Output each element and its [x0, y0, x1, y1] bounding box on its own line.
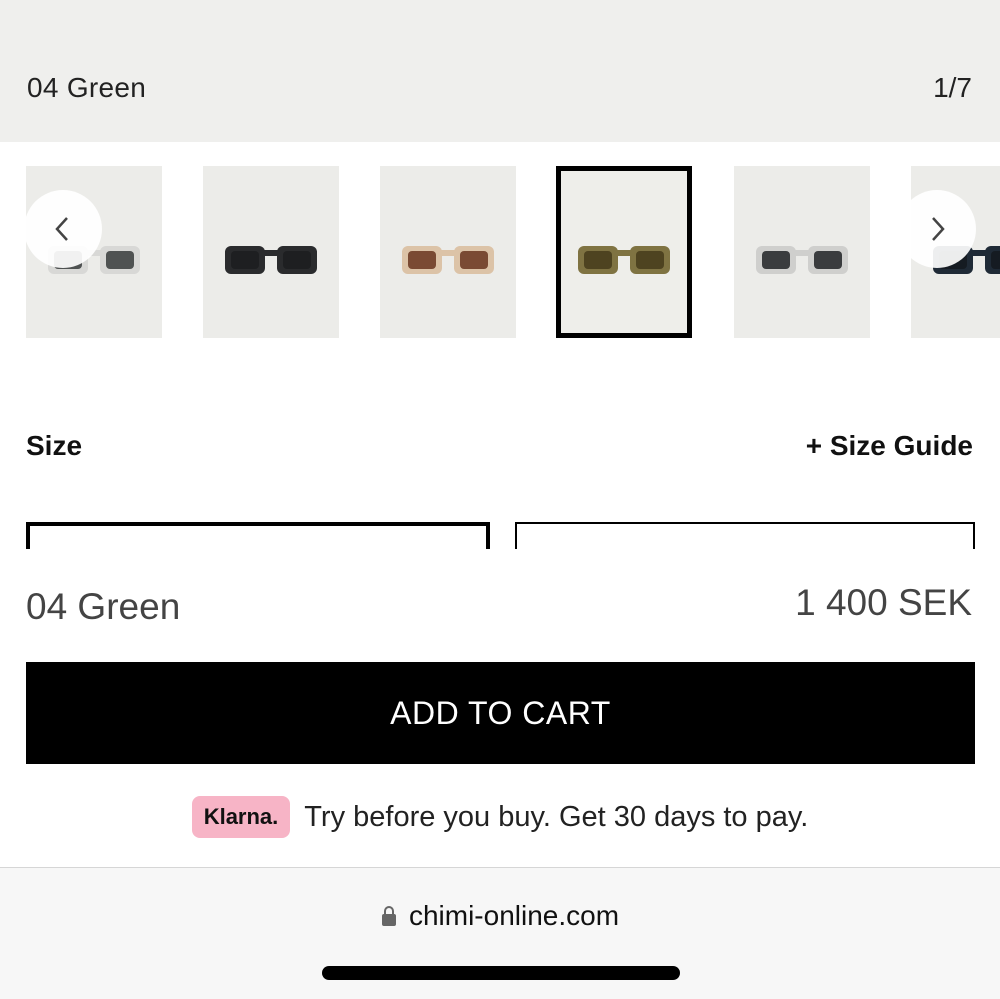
- size-guide-link[interactable]: + Size Guide: [806, 430, 973, 462]
- size-options-mask: [0, 549, 1000, 569]
- gallery-next-button[interactable]: [898, 190, 976, 268]
- thumbnail-beige[interactable]: [380, 166, 516, 338]
- thumbnail-grey[interactable]: [734, 166, 870, 338]
- chevron-right-icon: [932, 217, 945, 241]
- add-to-cart-button[interactable]: ADD TO CART: [26, 662, 975, 764]
- klarna-text: Try before you buy. Get 30 days to pay.: [304, 800, 809, 833]
- thumbnail-green-selected[interactable]: [556, 166, 692, 338]
- home-indicator[interactable]: [322, 966, 680, 980]
- sunglasses-icon: [578, 246, 670, 274]
- thumbnail-gallery: [0, 166, 1000, 340]
- sunglasses-icon: [756, 246, 848, 274]
- chevron-left-icon: [55, 217, 68, 241]
- product-name: 04 Green: [26, 586, 181, 627]
- image-header: 04 Green 1/7: [0, 0, 1000, 142]
- url-text: chimi-online.com: [408, 900, 620, 931]
- url-field[interactable]: chimi-online.com: [0, 900, 1000, 932]
- lock-icon: [381, 906, 396, 926]
- gallery-prev-button[interactable]: [24, 190, 102, 268]
- sunglasses-icon: [402, 246, 494, 274]
- image-variant-name: 04 Green: [27, 72, 147, 103]
- klarna-promo: Klarna. Try before you buy. Get 30 days …: [0, 795, 1000, 839]
- size-label: Size: [26, 430, 83, 461]
- klarna-logo: Klarna.: [191, 796, 291, 838]
- product-price: 1 400 SEK: [795, 582, 972, 623]
- image-counter: 1/7: [933, 72, 972, 103]
- thumbnail-black[interactable]: [203, 166, 339, 338]
- sunglasses-icon: [225, 246, 317, 274]
